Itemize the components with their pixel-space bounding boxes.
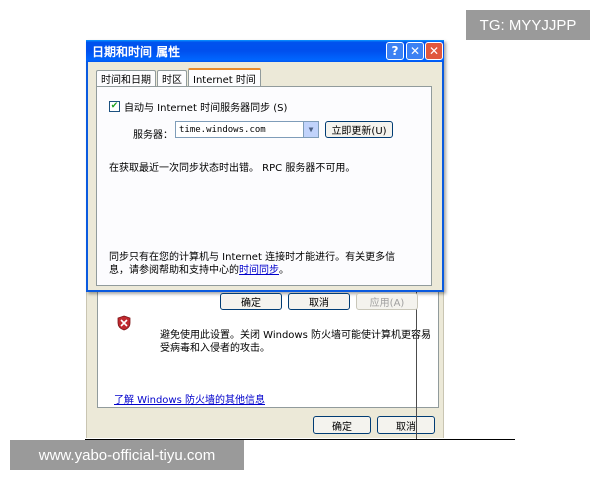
tab-timezone[interactable]: 时区 (157, 70, 187, 86)
dialog-title: 日期和时间 属性 (92, 44, 181, 59)
sync-checkbox-row[interactable]: ✔ 自动与 Internet 时间服务器同步 (S) (109, 99, 287, 114)
checkmark-icon: ✔ (110, 101, 119, 111)
cancel-button[interactable]: 取消 (288, 293, 350, 310)
tab-strip: 时间和日期 时区 Internet 时间 (96, 68, 262, 87)
server-value: time.windows.com (179, 124, 266, 135)
server-select[interactable]: time.windows.com ▼ (175, 121, 319, 138)
ok-button[interactable]: 确定 (220, 293, 282, 310)
info-text-end: 。 (279, 265, 289, 276)
tab-date-time[interactable]: 时间和日期 (96, 70, 156, 86)
time-sync-link[interactable]: 时间同步 (239, 265, 279, 276)
firewall-info-link[interactable]: 了解 Windows 防火墙的其他信息 (114, 391, 265, 406)
internet-time-panel: ✔ 自动与 Internet 时间服务器同步 (S) 服务器： time.win… (96, 86, 432, 286)
dropdown-arrow-icon[interactable]: ▼ (303, 122, 318, 137)
tab-internet-time[interactable]: Internet 时间 (188, 68, 261, 87)
server-label: 服务器： (133, 130, 173, 141)
shield-icon (117, 315, 131, 331)
firewall-warning-text: 避免使用此设置。关闭 Windows 防火墙可能使计算机更容易受病毒和入侵者的攻… (160, 330, 431, 354)
firewall-cancel-button[interactable]: 取消 (377, 416, 435, 434)
sync-status-text: 在获取最近一次同步状态时出错。 RPC 服务器不可用。 (109, 163, 356, 174)
close-icon[interactable]: ✕ (425, 42, 443, 60)
watermark-bottom: www.yabo-official-tiyu.com (10, 440, 244, 470)
sync-checkbox[interactable]: ✔ (109, 101, 120, 112)
firewall-ok-button[interactable]: 确定 (313, 416, 371, 434)
apply-button[interactable]: 应用(A) (356, 293, 418, 310)
date-time-dialog: 日期和时间 属性 ? ✕ ✕ 时间和日期 时区 Internet 时间 ✔ 自动… (86, 40, 444, 310)
close-icon[interactable]: ✕ (406, 42, 424, 60)
update-now-button[interactable]: 立即更新(U) (325, 121, 393, 138)
watermark-top: TG: MYYJJPP (466, 10, 590, 40)
title-bar[interactable]: 日期和时间 属性 ? ✕ ✕ (86, 40, 444, 62)
sync-checkbox-label[interactable]: 自动与 Internet 时间服务器同步 (S) (124, 99, 287, 114)
info-text-block: 同步只有在您的计算机与 Internet 连接时才能进行。有关更多信息，请参阅帮… (109, 251, 415, 277)
help-icon[interactable]: ? (386, 42, 404, 60)
